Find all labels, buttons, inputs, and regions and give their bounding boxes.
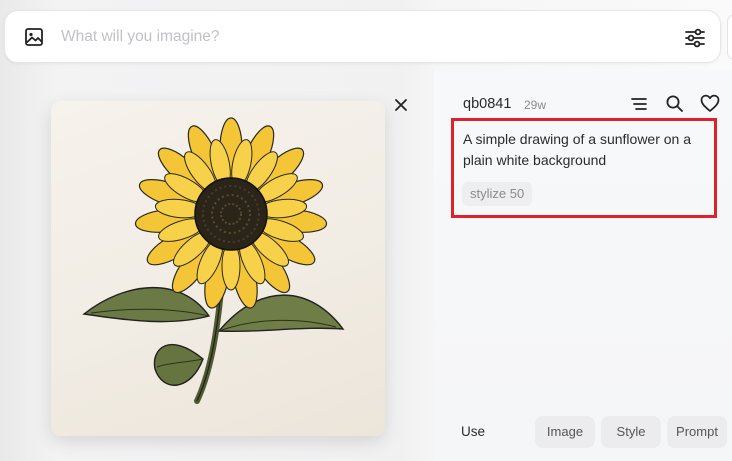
lines-icon[interactable] [630, 95, 648, 113]
use-label: Use [461, 424, 486, 439]
sunflower-drawing [82, 117, 345, 404]
stylize-parameter-chip: stylize 50 [462, 182, 533, 206]
sliders-icon[interactable] [684, 27, 706, 49]
search-icon[interactable] [665, 94, 684, 113]
heart-icon[interactable] [700, 94, 720, 113]
generated-image[interactable] [51, 101, 385, 436]
close-icon[interactable] [392, 96, 410, 114]
image-icon[interactable] [24, 27, 44, 47]
imagine-input-placeholder[interactable]: What will you imagine? [61, 28, 220, 46]
prompt-text[interactable]: A simple drawing of a sunflower on a pla… [463, 129, 703, 171]
use-style-button[interactable]: Style [601, 416, 661, 448]
use-image-button[interactable]: Image [535, 416, 595, 448]
post-age: 29w [524, 98, 547, 112]
side-panel-tab[interactable] [727, 14, 732, 60]
username-link[interactable]: qb0841 [463, 96, 511, 112]
sunflower-petals [134, 117, 328, 309]
imagine-bar[interactable]: What will you imagine? [4, 10, 721, 63]
use-prompt-button[interactable]: Prompt [667, 416, 727, 448]
